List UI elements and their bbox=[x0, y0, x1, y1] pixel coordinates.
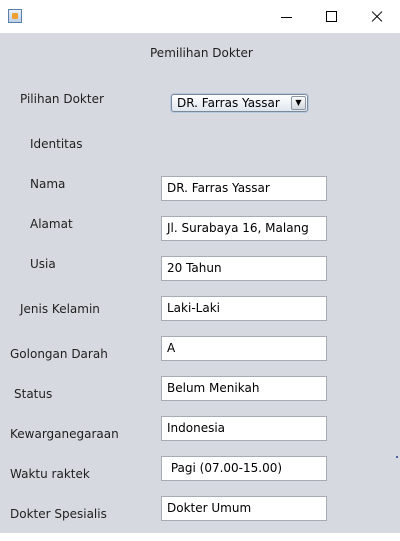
nationality-label: Kewarganegaraan bbox=[10, 427, 119, 441]
minimize-button[interactable] bbox=[264, 0, 310, 33]
gender-label: Jenis Kelamin bbox=[20, 302, 100, 316]
status-field[interactable]: Belum Menikah bbox=[161, 376, 327, 401]
doctor-choice-value: DR. Farras Yassar bbox=[177, 96, 280, 110]
specialist-field[interactable]: Dokter Umum bbox=[161, 496, 327, 521]
chevron-down-icon[interactable]: ▼ bbox=[291, 96, 306, 110]
identity-heading: Identitas bbox=[30, 137, 83, 151]
name-field[interactable]: DR. Farras Yassar bbox=[161, 176, 327, 201]
doctor-choice-dropdown[interactable]: DR. Farras Yassar ▼ bbox=[171, 94, 308, 112]
nationality-field[interactable]: Indonesia bbox=[161, 416, 327, 441]
window-bottom-edge bbox=[0, 533, 400, 541]
address-field[interactable]: Jl. Surabaya 16, Malang bbox=[161, 216, 327, 241]
age-label: Usia bbox=[30, 257, 56, 271]
age-field[interactable]: 20 Tahun bbox=[161, 256, 327, 281]
practice-time-field[interactable]: Pagi (07.00-15.00) bbox=[161, 456, 327, 481]
address-label: Alamat bbox=[30, 217, 73, 231]
name-label: Nama bbox=[30, 177, 66, 191]
stray-pixel bbox=[396, 456, 398, 458]
title-bar bbox=[0, 0, 400, 33]
gender-field[interactable]: Laki-Laki bbox=[161, 296, 327, 321]
maximize-button[interactable] bbox=[309, 0, 355, 33]
blood-type-field[interactable]: A bbox=[161, 336, 327, 361]
close-button[interactable] bbox=[354, 0, 400, 33]
doctor-choice-label: Pilihan Dokter bbox=[20, 92, 104, 106]
blood-type-label: Golongan Darah bbox=[10, 347, 108, 361]
practice-time-label: Waktu raktek bbox=[10, 467, 90, 481]
status-label: Status bbox=[14, 387, 53, 401]
form-title: Pemilihan Dokter bbox=[150, 46, 253, 60]
specialist-label: Dokter Spesialis bbox=[10, 507, 107, 521]
java-app-icon[interactable] bbox=[8, 9, 22, 23]
